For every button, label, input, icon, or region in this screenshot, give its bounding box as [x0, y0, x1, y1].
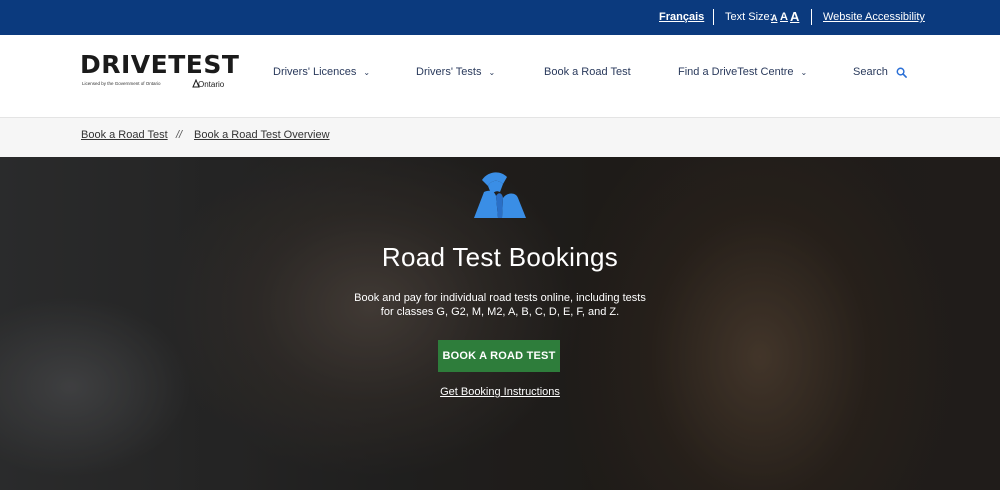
- utility-bar: Français Text Size: A A A Website Access…: [0, 0, 1000, 35]
- divider: [811, 9, 812, 25]
- hero-banner: Road Test Bookings Book and pay for indi…: [0, 157, 1000, 490]
- book-road-test-button[interactable]: BOOK A ROAD TEST: [438, 340, 560, 372]
- nav-drivers-tests[interactable]: Drivers' Tests ⌄: [416, 66, 495, 78]
- accessibility-link[interactable]: Website Accessibility: [823, 11, 925, 23]
- breadcrumb: Book a Road Test // Book a Road Test Ove…: [0, 118, 1000, 157]
- chevron-down-icon: ⌄: [800, 67, 808, 77]
- site-header: DRIVETEST Licensed by the Government of …: [0, 35, 1000, 118]
- nav-drivers-licences[interactable]: Drivers' Licences ⌄: [273, 66, 370, 78]
- text-size-label: Text Size:: [725, 11, 773, 23]
- chevron-down-icon: ⌄: [488, 67, 496, 77]
- nav-find-centre[interactable]: Find a DriveTest Centre ⌄: [678, 66, 807, 78]
- text-size-small-button[interactable]: A: [771, 13, 778, 23]
- logo-wordmark: DRIVETEST: [80, 50, 240, 79]
- nav-label: Drivers' Licences: [273, 66, 357, 78]
- nav-label: Drivers' Tests: [416, 66, 482, 78]
- divider: [713, 9, 714, 25]
- logo-ontario: Ontario: [198, 80, 225, 89]
- booking-instructions-link[interactable]: Get Booking Instructions: [0, 386, 1000, 398]
- road-icon: [474, 172, 526, 218]
- logo-tagline: Licensed by the Government of Ontario: [82, 81, 161, 86]
- text-size-large-button[interactable]: A: [790, 9, 799, 24]
- breadcrumb-overview[interactable]: Book a Road Test Overview: [194, 129, 330, 141]
- text-size-medium-button[interactable]: A: [780, 11, 788, 23]
- nav-label: Find a DriveTest Centre: [678, 66, 794, 78]
- language-link[interactable]: Français: [659, 11, 704, 23]
- nav-book-road-test[interactable]: Book a Road Test: [544, 66, 631, 78]
- drivetest-logo[interactable]: DRIVETEST Licensed by the Government of …: [80, 51, 240, 95]
- nav-label: Book a Road Test: [544, 66, 631, 78]
- search-icon: [896, 67, 907, 78]
- hero-title: Road Test Bookings: [381, 242, 619, 272]
- nav-label: Search: [853, 66, 888, 78]
- breadcrumb-separator: //: [176, 129, 183, 141]
- hero-description: Book and pay for individual road tests o…: [354, 292, 646, 318]
- breadcrumb-book-road-test[interactable]: Book a Road Test: [81, 129, 168, 141]
- chevron-down-icon: ⌄: [363, 67, 371, 77]
- search-button[interactable]: Search: [853, 66, 907, 78]
